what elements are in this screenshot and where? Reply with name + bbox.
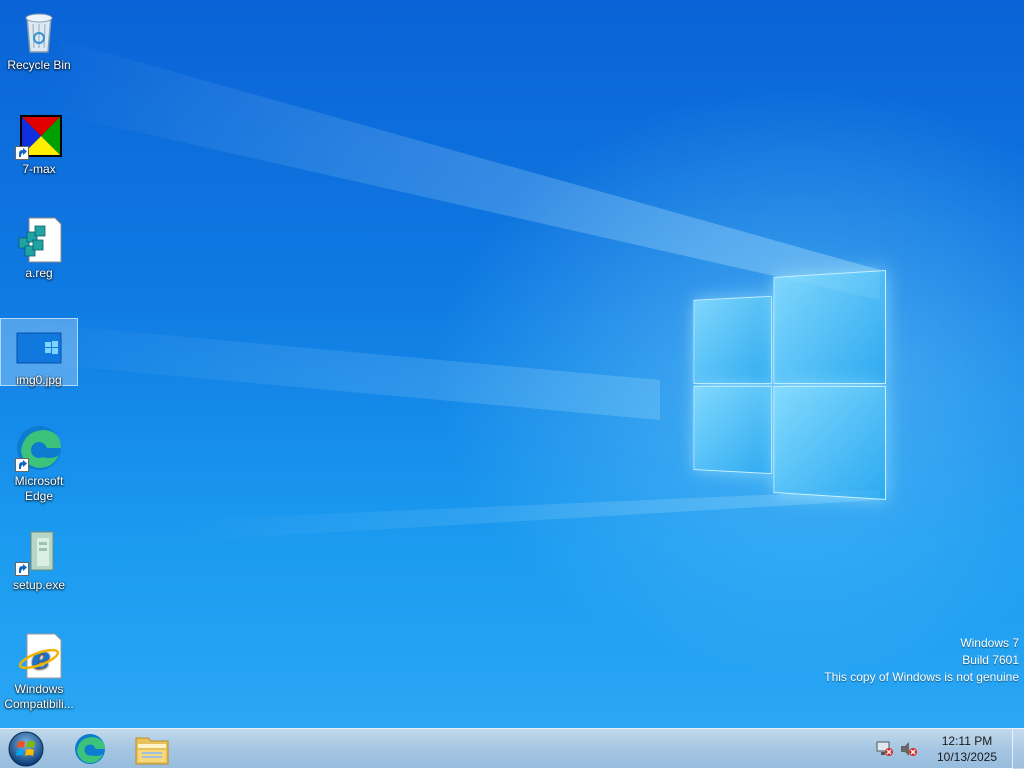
- ie-icon: e: [15, 632, 63, 680]
- windows-orb-icon: [8, 731, 44, 767]
- image-file-icon: [15, 323, 63, 371]
- desktop-icon-a-reg[interactable]: a.reg: [0, 212, 78, 284]
- watermark-build: Build 7601: [962, 653, 1019, 667]
- desktop-icon-label: img0.jpg: [16, 373, 62, 387]
- taskbar-pin-edge[interactable]: [62, 730, 118, 768]
- taskbar: 12:11 PM 10/13/2025: [0, 728, 1024, 769]
- recycle-bin-icon: [15, 8, 63, 56]
- registry-file-icon: [15, 216, 63, 264]
- taskbar-pin-explorer[interactable]: [124, 730, 180, 768]
- desktop-icon-recycle-bin[interactable]: Recycle Bin: [0, 4, 78, 76]
- clock-time: 12:11 PM: [941, 734, 993, 748]
- start-button[interactable]: [4, 730, 48, 768]
- shortcut-arrow-icon: [15, 562, 29, 576]
- 7-max-icon: [15, 112, 63, 160]
- logo-pane: [773, 270, 886, 384]
- desktop[interactable]: Recycle Bin 7-max a.reg img0.jpg Microso…: [0, 0, 1024, 728]
- desktop-icon-label: setup.exe: [12, 578, 66, 592]
- desktop-icon-img0-jpg[interactable]: img0.jpg: [0, 318, 78, 387]
- desktop-icon-7-max[interactable]: 7-max: [0, 108, 78, 180]
- shortcut-arrow-icon: [15, 458, 29, 472]
- desktop-icon-label: Microsoft Edge: [14, 474, 64, 503]
- edge-icon: [75, 734, 105, 764]
- edge-icon: [15, 424, 63, 472]
- windows-logo-wallpaper: [693, 270, 886, 500]
- shortcut-arrow-icon: [15, 146, 29, 160]
- svg-text:e: e: [31, 641, 50, 676]
- setup-exe-icon: [15, 528, 63, 576]
- watermark-os-name: Windows 7: [960, 636, 1019, 650]
- watermark-genuine-notice: This copy of Windows is not genuine: [824, 670, 1019, 684]
- show-desktop-button[interactable]: [1012, 729, 1024, 769]
- logo-pane: [773, 385, 886, 500]
- windows-watermark: Windows 7 Build 7601 This copy of Window…: [824, 635, 1019, 686]
- folder-icon: [135, 737, 169, 765]
- desktop-icon-label: 7-max: [22, 162, 56, 176]
- desktop-icon-label: a.reg: [25, 266, 53, 280]
- system-tray: 12:11 PM 10/13/2025: [870, 729, 1010, 769]
- desktop-icon-setup-exe[interactable]: setup.exe: [0, 524, 78, 596]
- volume-muted-icon[interactable]: [900, 741, 918, 761]
- desktop-icon-label: Windows Compatibili...: [4, 682, 74, 711]
- desktop-icon-microsoft-edge[interactable]: Microsoft Edge: [0, 420, 78, 508]
- desktop-icon-windows-compatibility[interactable]: e Windows Compatibili...: [0, 628, 78, 718]
- clock-date: 10/13/2025: [936, 750, 998, 764]
- logo-pane: [693, 295, 772, 384]
- taskbar-clock[interactable]: 12:11 PM 10/13/2025: [932, 733, 1002, 765]
- logo-pane: [693, 385, 772, 475]
- desktop-icon-label: Recycle Bin: [7, 58, 71, 72]
- network-icon[interactable]: [876, 741, 894, 761]
